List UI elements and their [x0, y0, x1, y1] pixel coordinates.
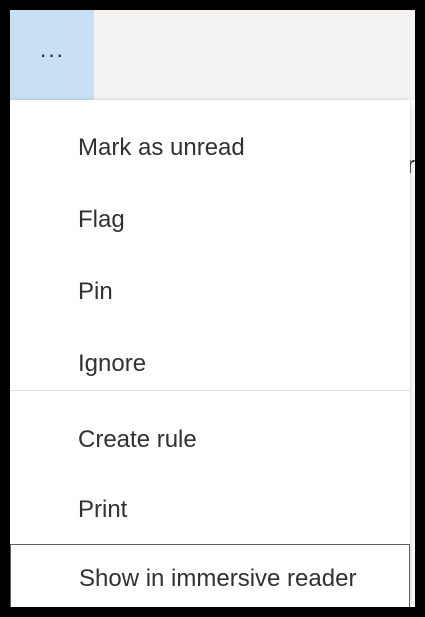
ellipsis-icon: ···: [39, 42, 65, 67]
menu-item-create-rule[interactable]: Create rule: [10, 404, 410, 476]
menu-item-label: Print: [78, 496, 128, 523]
menu-item-label: Ignore: [78, 350, 147, 377]
menu-item-label: Mark as unread: [78, 134, 245, 161]
context-menu: Mark as unread Flag Pin Ignore Create ru…: [10, 100, 410, 607]
more-options-button[interactable]: ···: [10, 10, 94, 100]
toolbar: ···: [10, 10, 415, 100]
menu-item-label: Pin: [78, 278, 113, 305]
menu-item-label: Flag: [78, 206, 125, 233]
menu-item-print[interactable]: Print: [10, 474, 410, 546]
menu-item-flag[interactable]: Flag: [10, 184, 410, 256]
menu-item-mark-as-unread[interactable]: Mark as unread: [10, 112, 410, 184]
menu-item-label: Create rule: [78, 426, 197, 453]
menu-item-label: Show in immersive reader: [79, 565, 357, 592]
screen: ··· r E Mark as unread Flag Pin Ignore C…: [10, 10, 415, 607]
menu-divider: [10, 390, 410, 391]
menu-item-pin[interactable]: Pin: [10, 256, 410, 328]
menu-item-show-in-immersive-reader[interactable]: Show in immersive reader: [10, 544, 410, 607]
